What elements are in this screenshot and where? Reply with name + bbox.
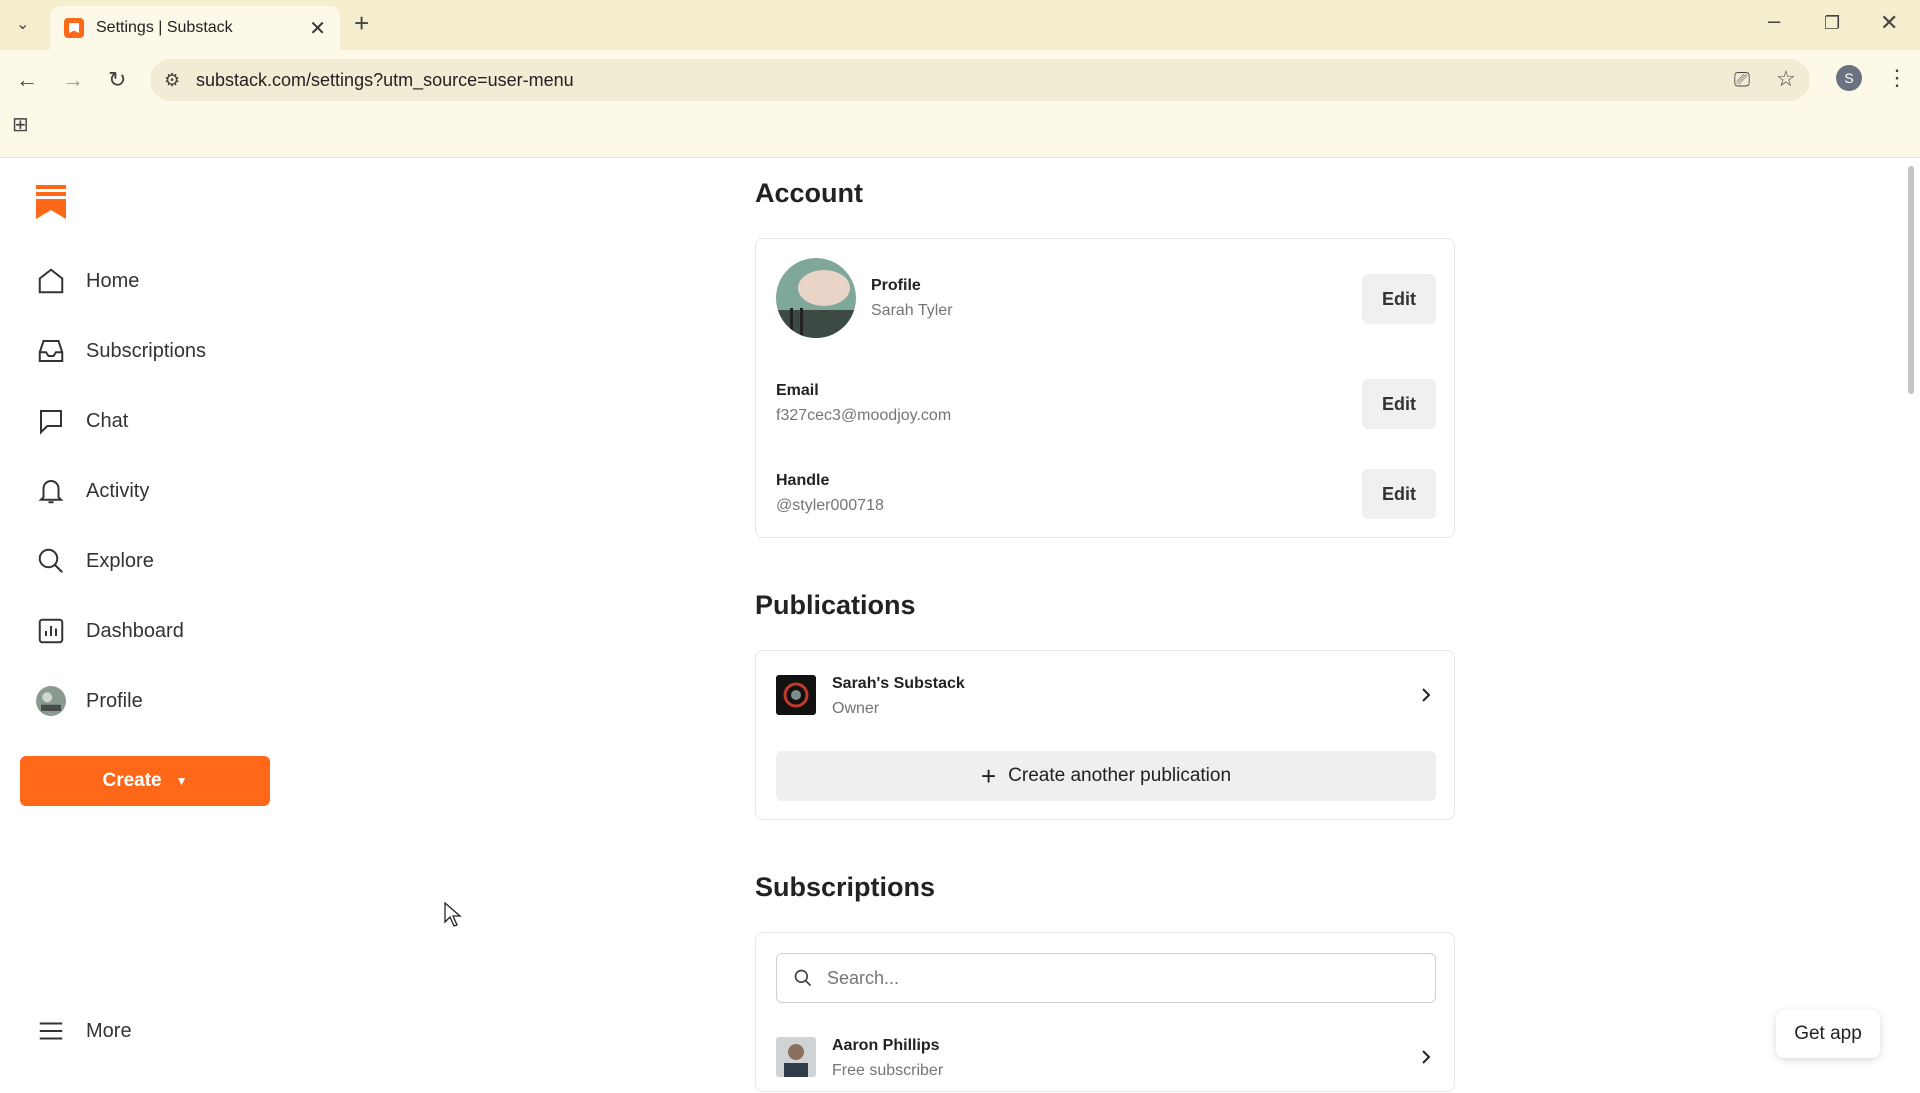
tab-list-chevron-icon[interactable]: ⌄ [16,14,29,36]
sidebar-item-home[interactable]: Home [36,266,139,296]
close-tab-icon[interactable]: ✕ [309,16,326,41]
chart-icon [38,618,64,644]
subscription-row[interactable]: Aaron Phillips Free subscriber [756,1033,1456,1093]
search-input[interactable] [827,967,1387,989]
restore-icon[interactable]: ❐ [1824,12,1840,34]
sidebar-item-activity[interactable]: Activity [36,476,149,506]
substack-logo[interactable] [36,185,66,219]
avatar [36,686,66,716]
subscriptions-search[interactable] [776,953,1436,1003]
create-label: Create [102,770,162,791]
caret-down-icon: ▼ [175,774,188,788]
browser-menu-icon[interactable]: ⋮ [1886,67,1908,89]
site-info-icon[interactable]: ⚙ [164,69,180,91]
sidebar-item-label: Activity [86,479,150,502]
publications-heading: Publications [755,590,916,620]
sidebar-item-explore[interactable]: Explore [36,546,154,576]
get-app-button[interactable]: Get app [1776,1010,1880,1058]
chevron-right-icon [1422,1050,1431,1064]
sidebar-item-label: Profile [86,689,143,712]
browser-toolbar: ← → ↻ ⚙ substack.com/settings?utm_source… [0,50,1920,158]
profile-avatar [776,258,856,338]
search-icon [794,969,812,987]
bell-icon [38,480,64,504]
create-publication-button[interactable]: + Create another publication [776,751,1436,801]
browser-tab[interactable]: Settings | Substack ✕ [50,6,340,50]
address-bar[interactable]: ⚙ substack.com/settings?utm_source=user-… [150,59,1810,101]
hamburger-menu-icon [39,1022,63,1040]
close-window-icon[interactable]: ✕ [1880,12,1898,34]
edit-profile-button[interactable]: Edit [1362,274,1436,324]
sidebar-item-chat[interactable]: Chat [36,406,128,436]
account-heading: Account [755,178,863,208]
sidebar-item-label: More [86,1019,132,1042]
subscription-status: Free subscriber [832,1062,944,1079]
subscriptions-card: Aaron Phillips Free subscriber [755,932,1455,1092]
publication-logo [776,675,816,715]
sidebar-item-label: Home [86,269,140,292]
create-button[interactable]: Create ▼ [20,756,270,806]
sidebar-item-dashboard[interactable]: Dashboard [36,616,184,646]
minimize-icon[interactable]: – [1768,10,1780,32]
subscriptions-heading: Subscriptions [755,872,936,902]
bookmark-star-icon[interactable]: ☆ [1776,68,1796,90]
plus-icon: + [980,761,997,791]
browser-profile-avatar[interactable]: S [1836,65,1862,91]
email-label: Email [776,382,819,399]
chevron-right-icon [1422,688,1431,702]
profile-name: Sarah Tyler [871,302,953,319]
publication-name: Sarah's Substack [832,675,965,692]
search-icon [38,548,63,573]
handle-label: Handle [776,472,830,489]
inbox-icon [38,340,64,362]
back-icon[interactable]: ← [16,69,38,91]
new-tab-icon[interactable]: + [354,10,369,36]
subscription-avatar [776,1037,816,1077]
sidebar-item-subscriptions[interactable]: Subscriptions [36,336,206,366]
mouse-cursor-icon [444,902,462,927]
edit-email-button[interactable]: Edit [1362,379,1436,429]
handle-value: @styler000718 [776,497,884,514]
publications-card: Sarah's Substack Owner + Create another … [755,650,1455,820]
reload-icon[interactable]: ↻ [108,69,126,91]
create-publication-label: Create another publication [1008,765,1232,786]
home-icon [38,268,64,294]
sidebar-item-label: Dashboard [86,619,184,642]
sidebar-item-label: Subscriptions [86,339,207,362]
account-card: Profile Sarah Tyler Edit Email f327cec3@… [755,238,1455,538]
forward-icon[interactable]: → [62,69,84,91]
publication-row[interactable]: Sarah's Substack Owner [756,651,1456,741]
sidebar-item-more[interactable]: More [36,1016,132,1046]
browser-tab-bar: ⌄ Settings | Substack ✕ + – ❐ ✕ [0,0,1920,50]
install-app-icon[interactable]: ⎚ [1734,69,1750,91]
apps-grid-icon[interactable]: ⊞ [12,114,29,136]
subscription-name: Aaron Phillips [832,1037,940,1054]
chat-icon [40,410,62,435]
sidebar-item-label: Chat [86,409,129,432]
substack-favicon [64,18,84,38]
page-scrollbar[interactable] [1908,166,1914,394]
edit-handle-button[interactable]: Edit [1362,469,1436,519]
email-value: f327cec3@moodjoy.com [776,407,952,424]
profile-label: Profile [871,277,921,294]
sidebar-item-profile[interactable]: Profile [36,686,143,716]
tab-title: Settings | Substack [96,19,233,36]
publication-role: Owner [832,700,880,717]
sidebar-item-label: Explore [86,549,154,572]
url-text: substack.com/settings?utm_source=user-me… [196,69,574,90]
